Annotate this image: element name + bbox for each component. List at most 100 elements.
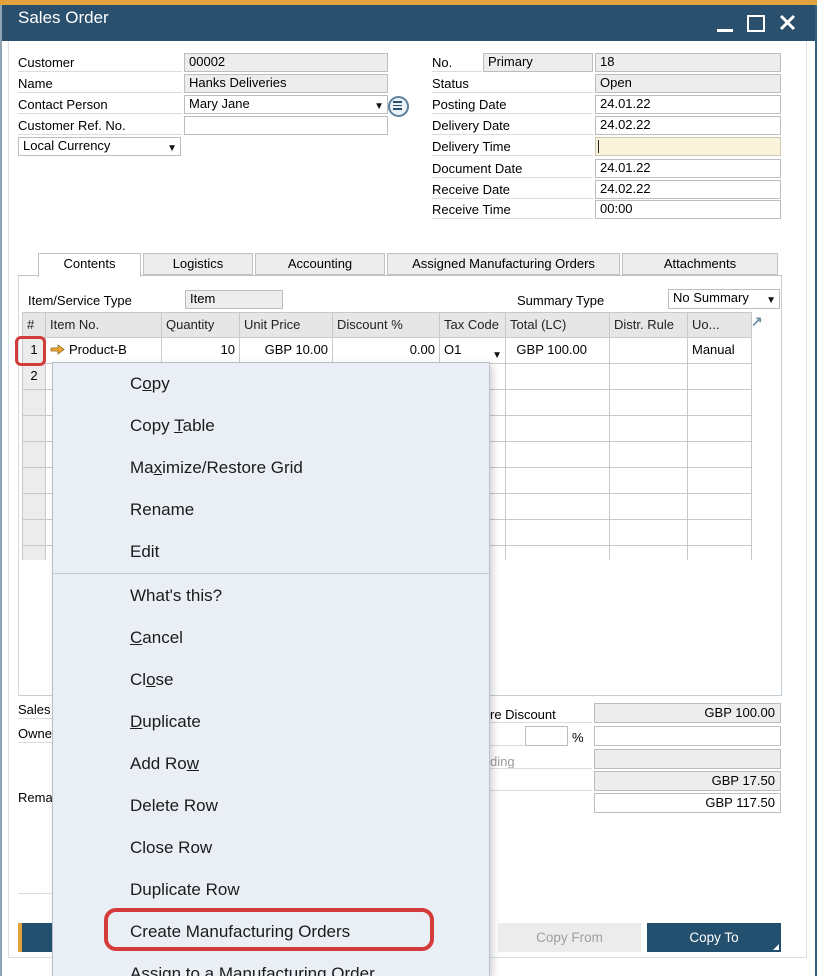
cell-total xyxy=(506,494,610,520)
cell-uom xyxy=(688,416,752,442)
cell-total xyxy=(506,546,610,560)
create-manufacturing-orders-annotation xyxy=(104,908,434,951)
tab-logistics[interactable]: Logistics xyxy=(143,253,253,275)
contact-person-combo[interactable]: Mary Jane ▼ xyxy=(184,95,388,114)
col-header-uo[interactable]: Uo... xyxy=(688,312,752,338)
tab-attachments[interactable]: Attachments xyxy=(622,253,778,275)
rounding-label: ding xyxy=(490,754,515,769)
currency-combo[interactable]: Local Currency ▼ xyxy=(18,137,181,156)
close-icon[interactable] xyxy=(779,14,796,31)
cell-num xyxy=(22,520,46,546)
tax-field: GBP 17.50 xyxy=(594,771,781,791)
menu-item-what-s-this[interactable]: What's this? xyxy=(53,575,489,617)
series-field[interactable]: Primary xyxy=(483,53,593,72)
col-header-distr-rule[interactable]: Distr. Rule xyxy=(610,312,688,338)
delivery-date-field[interactable]: 24.02.22 xyxy=(595,116,781,135)
maximize-icon[interactable] xyxy=(747,15,765,32)
total-before-discount-label: re Discount xyxy=(490,707,556,722)
receive-date-field[interactable]: 24.02.22 xyxy=(595,180,781,199)
cell-item_no[interactable]: Product-B xyxy=(46,338,162,364)
discount-amount-field[interactable] xyxy=(594,726,781,746)
row1-annotation xyxy=(15,336,46,366)
percent-sign: % xyxy=(572,730,584,745)
posting-date-label: Posting Date xyxy=(432,97,506,112)
cell-tax_code[interactable]: O1▼ xyxy=(440,338,506,364)
menu-item-close-row[interactable]: Close Row xyxy=(53,827,489,869)
customer-ref-field[interactable] xyxy=(184,116,388,135)
titlebar[interactable]: Sales Order xyxy=(0,5,817,41)
cell-num xyxy=(22,416,46,442)
item-link-arrow-icon[interactable] xyxy=(50,344,65,355)
menu-item-edit[interactable]: Edit xyxy=(53,531,489,573)
menu-item-cancel[interactable]: Cancel xyxy=(53,617,489,659)
summary-type-combo[interactable]: No Summary ▼ xyxy=(668,289,780,309)
customer-ref-label: Customer Ref. No. xyxy=(18,118,126,133)
cell-uom xyxy=(688,390,752,416)
discount-percent-input[interactable] xyxy=(525,726,568,746)
cell-uom xyxy=(688,494,752,520)
copy-from-button[interactable]: Copy From xyxy=(498,923,641,952)
copy-to-corner-mark xyxy=(773,944,779,950)
col-header-unit-price[interactable]: Unit Price xyxy=(240,312,333,338)
cell-total xyxy=(506,468,610,494)
menu-item-maximize-restore-grid[interactable]: Maximize/Restore Grid xyxy=(53,447,489,489)
document-date-label: Document Date xyxy=(432,161,522,176)
menu-item-copy-table[interactable]: Copy Table xyxy=(53,405,489,447)
sales-order-window: Sales Order Customer 00002 Name Hanks De… xyxy=(0,0,817,976)
table-row: 1Product-B10GBP 10.000.00O1▼GBP 100.00Ma… xyxy=(22,338,752,364)
col-header-quantity[interactable]: Quantity xyxy=(162,312,240,338)
menu-item-add-row[interactable]: Add Row xyxy=(53,743,489,785)
cell-num xyxy=(22,494,46,520)
cell-num xyxy=(22,442,46,468)
cell-unit_price[interactable]: GBP 10.00 xyxy=(240,338,333,364)
tab-accounting[interactable]: Accounting xyxy=(255,253,385,275)
menu-item-duplicate-row[interactable]: Duplicate Row xyxy=(53,869,489,911)
cell-discount[interactable]: 0.00 xyxy=(333,338,440,364)
delivery-time-label: Delivery Time xyxy=(432,139,511,154)
tab-contents[interactable]: Contents xyxy=(38,253,141,277)
col-header-tax-code[interactable]: Tax Code xyxy=(440,312,506,338)
col-header-discount[interactable]: Discount % xyxy=(333,312,440,338)
inner-right-line xyxy=(806,41,807,957)
cell-uom[interactable]: Manual xyxy=(688,338,752,364)
name-field[interactable]: Hanks Deliveries xyxy=(184,74,388,93)
name-label: Name xyxy=(18,76,53,91)
cell-total[interactable]: GBP 100.00 xyxy=(506,338,610,364)
minimize-icon[interactable] xyxy=(717,29,733,32)
receive-time-label: Receive Time xyxy=(432,202,511,217)
chevron-down-icon: ▼ xyxy=(492,344,502,364)
rounding-field xyxy=(594,749,781,769)
expand-grid-icon[interactable]: ↗ xyxy=(751,313,763,330)
menu-item-close[interactable]: Close xyxy=(53,659,489,701)
menu-item-assign-to-a-manufacturing-order[interactable]: Assign to a Manufacturing Order xyxy=(53,953,489,976)
cell-total xyxy=(506,364,610,390)
menu-item-rename[interactable]: Rename xyxy=(53,489,489,531)
posting-date-field[interactable]: 24.01.22 xyxy=(595,95,781,114)
receive-time-field[interactable]: 00:00 xyxy=(595,200,781,219)
delivery-date-label: Delivery Date xyxy=(432,118,510,133)
window-left-border xyxy=(0,5,2,976)
tab-assigned-manufacturing-orders[interactable]: Assigned Manufacturing Orders xyxy=(387,253,620,275)
document-date-field[interactable]: 24.01.22 xyxy=(595,159,781,178)
customer-field[interactable]: 00002 xyxy=(184,53,388,72)
menu-item-copy[interactable]: Copy xyxy=(53,363,489,405)
context-menu: CopyCopy TableMaximize/Restore GridRenam… xyxy=(52,362,490,976)
menu-item-duplicate[interactable]: Duplicate xyxy=(53,701,489,743)
cell-total xyxy=(506,390,610,416)
col-header-[interactable]: # xyxy=(22,312,46,338)
cell-distr_rule xyxy=(610,520,688,546)
doc-number-field[interactable]: 18 xyxy=(595,53,781,72)
col-header-total-lc[interactable]: Total (LC) xyxy=(506,312,610,338)
cell-distr_rule xyxy=(610,390,688,416)
copy-to-button[interactable]: Copy To xyxy=(647,923,781,952)
cell-num[interactable]: 2 xyxy=(22,364,46,390)
menu-item-delete-row[interactable]: Delete Row xyxy=(53,785,489,827)
choose-from-list-icon[interactable] xyxy=(388,96,409,117)
contact-person-label: Contact Person xyxy=(18,97,108,112)
item-service-type-field[interactable]: Item xyxy=(185,290,283,309)
cell-quantity[interactable]: 10 xyxy=(162,338,240,364)
status-field[interactable]: Open xyxy=(595,74,781,93)
delivery-time-field[interactable] xyxy=(595,137,781,156)
cell-distr_rule[interactable] xyxy=(610,338,688,364)
col-header-item-no[interactable]: Item No. xyxy=(46,312,162,338)
